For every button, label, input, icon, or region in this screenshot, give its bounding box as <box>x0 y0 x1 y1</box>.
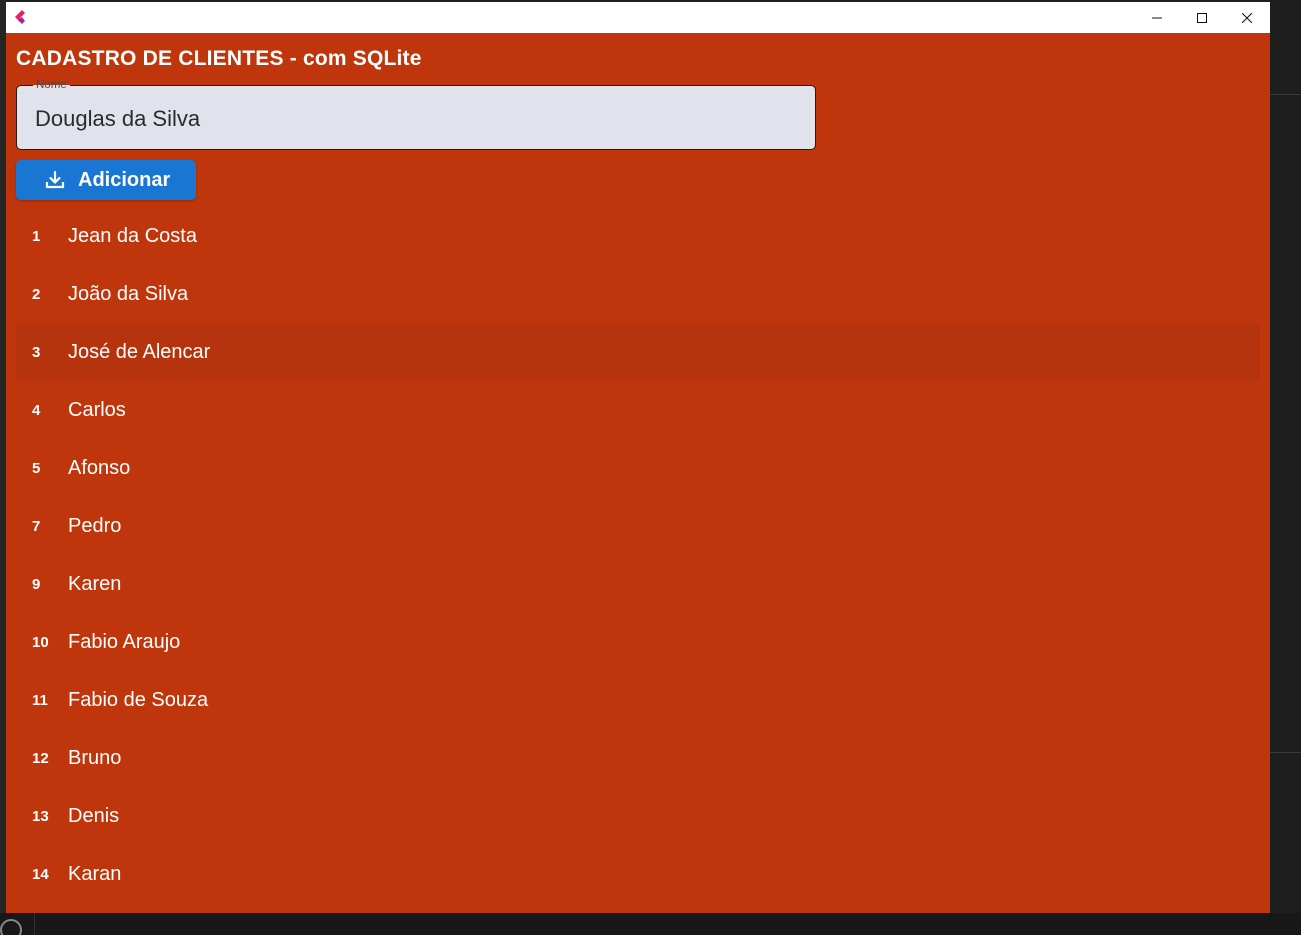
list-item[interactable]: 2 João da Silva <box>16 265 1260 323</box>
client-name: Denis <box>68 804 120 827</box>
client-name: José de Alencar <box>68 340 211 363</box>
client-name: Jean da Costa <box>68 224 197 247</box>
name-field-label: Nome <box>33 78 70 92</box>
client-name: Carlos <box>68 398 126 421</box>
client-name: Fabio Araujo <box>68 630 181 653</box>
page-title: CADASTRO DE CLIENTES - com SQLite <box>16 47 422 70</box>
window-titlebar[interactable] <box>6 2 1270 33</box>
add-button-label: Adicionar <box>78 168 171 191</box>
client-id: 12 <box>32 749 49 767</box>
client-id: 2 <box>32 285 41 303</box>
list-item[interactable]: 5 Afonso <box>16 439 1260 497</box>
list-item[interactable]: 14 Karan <box>16 845 1260 903</box>
client-name: Bruno <box>68 746 122 769</box>
list-item[interactable]: 12 Bruno <box>16 729 1260 787</box>
add-button[interactable]: Adicionar <box>16 160 196 200</box>
client-id: 14 <box>32 865 49 883</box>
minimize-icon <box>1151 17 1162 18</box>
client-name: Fabio de Souza <box>68 688 209 711</box>
close-button[interactable] <box>1224 2 1269 33</box>
maximize-button[interactable] <box>1179 2 1224 33</box>
client-name: Karen <box>68 572 122 595</box>
app-content: CADASTRO DE CLIENTES - com SQLite Nome A… <box>6 33 1270 913</box>
client-id: 1 <box>32 227 41 245</box>
client-id: 9 <box>32 575 41 593</box>
client-id: 10 <box>32 633 49 651</box>
name-field[interactable]: Nome <box>16 78 816 150</box>
name-input[interactable] <box>35 105 795 133</box>
client-name: João da Silva <box>68 282 189 305</box>
client-id: 4 <box>32 401 41 419</box>
background-gear-icon <box>0 919 22 935</box>
list-item[interactable]: 11 Fabio de Souza <box>16 671 1260 729</box>
list-item[interactable]: 7 Pedro <box>16 497 1260 555</box>
background-ide-right <box>1270 0 1301 935</box>
client-name: Karan <box>68 862 122 885</box>
list-item[interactable]: 13 Denis <box>16 787 1260 845</box>
close-icon <box>1241 12 1252 23</box>
minimize-button[interactable] <box>1134 2 1179 33</box>
list-item[interactable]: 1 Jean da Costa <box>16 207 1260 265</box>
download-icon <box>45 170 65 189</box>
list-item[interactable]: 9 Karen <box>16 555 1260 613</box>
client-id: 13 <box>32 807 49 825</box>
client-id: 3 <box>32 343 41 361</box>
background-ide-bottom <box>0 913 1301 935</box>
client-list: 1 Jean da Costa 2 João da Silva 3 José de Ale… <box>16 207 1260 903</box>
list-item[interactable]: 4 Carlos <box>16 381 1260 439</box>
list-item[interactable]: 3 José de Alencar <box>16 323 1260 381</box>
list-item[interactable]: 10 Fabio Araujo <box>16 613 1260 671</box>
client-id: 7 <box>32 517 41 535</box>
app-window: CADASTRO DE CLIENTES - com SQLite Nome A… <box>6 2 1270 913</box>
client-name: Pedro <box>68 514 122 537</box>
client-name: Afonso <box>68 456 131 479</box>
flutter-logo-icon <box>15 10 25 24</box>
client-id: 5 <box>32 459 41 477</box>
maximize-icon <box>1196 12 1207 23</box>
client-id: 11 <box>32 691 48 709</box>
